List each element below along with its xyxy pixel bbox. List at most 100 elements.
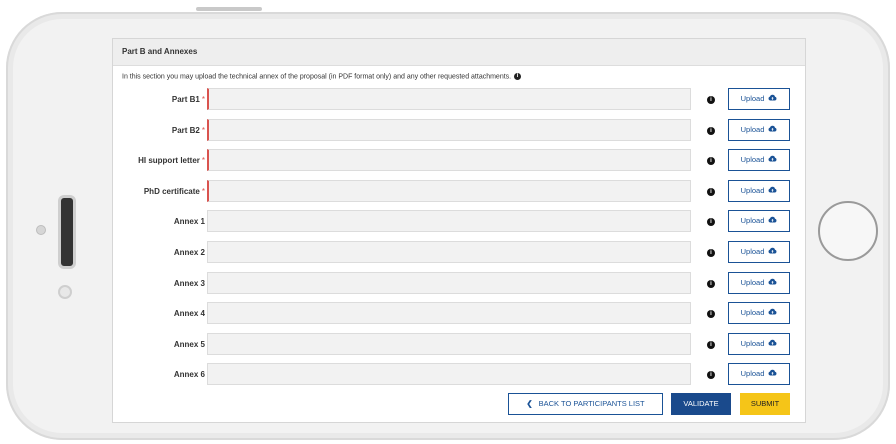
- row-label-text: Part B2: [171, 125, 200, 135]
- row-label: Annex 4: [174, 302, 205, 326]
- info-icon[interactable]: i: [707, 96, 715, 104]
- info-icon[interactable]: i: [707, 157, 715, 166]
- upload-row: Annex 4 i Upload: [113, 302, 805, 333]
- info-icon[interactable]: i: [707, 310, 715, 319]
- upload-label: Upload: [740, 94, 765, 103]
- chevron-left-icon: ❮: [526, 399, 533, 408]
- phone-top-button: [196, 7, 262, 11]
- form-footer: ❮ BACK TO PARTICIPANTS LIST VALIDATE SUBM…: [113, 393, 805, 417]
- section-title: Part B and Annexes: [113, 39, 805, 66]
- row-label-text: PhD certificate: [143, 186, 200, 196]
- info-icon[interactable]: i: [707, 248, 715, 257]
- file-field[interactable]: [207, 88, 691, 110]
- phone-side-dot: [36, 225, 46, 235]
- row-label: Annex 6: [174, 363, 205, 387]
- cloud-upload-icon: [768, 150, 777, 170]
- file-field[interactable]: [207, 363, 691, 386]
- upload-label: Upload: [740, 277, 765, 287]
- upload-button[interactable]: Upload: [728, 210, 790, 233]
- required-marker: *: [201, 125, 205, 135]
- back-to-participants-button[interactable]: ❮ BACK TO PARTICIPANTS LIST: [508, 393, 663, 415]
- info-icon[interactable]: i: [707, 187, 715, 196]
- upload-row: HI support letter * i Upload: [113, 149, 805, 180]
- upload-rows: Part B1 * i Upload Part B2 * i Upload HI support…: [113, 88, 805, 394]
- upload-label: Upload: [740, 369, 765, 379]
- upload-row: Part B2 * i Upload: [113, 118, 805, 150]
- file-field[interactable]: [207, 118, 691, 141]
- row-label-text: Part B1: [171, 95, 200, 104]
- upload-row: Part B1 * i Upload: [113, 88, 805, 119]
- upload-label: Upload: [740, 185, 765, 195]
- home-button[interactable]: [818, 201, 878, 261]
- required-marker: *: [201, 95, 205, 104]
- phone-camera: [58, 285, 72, 299]
- row-label-text: HI support letter: [138, 156, 200, 166]
- upload-button[interactable]: Upload: [728, 240, 790, 263]
- upload-button[interactable]: Upload: [728, 149, 790, 172]
- cloud-upload-icon: [768, 303, 777, 323]
- back-label: BACK TO PARTICIPANTS LIST: [538, 399, 645, 408]
- file-field[interactable]: [207, 271, 691, 294]
- upload-row: Annex 5 i Upload: [113, 332, 805, 364]
- upload-label: Upload: [740, 246, 765, 256]
- row-label: PhD certificate *: [144, 180, 205, 204]
- upload-button[interactable]: Upload: [728, 332, 790, 355]
- row-label-text: Annex 5: [173, 339, 205, 349]
- file-field[interactable]: [207, 149, 691, 172]
- cloud-upload-icon: [768, 120, 777, 140]
- required-marker: *: [201, 186, 205, 196]
- cloud-upload-icon: [768, 364, 777, 384]
- validate-button[interactable]: VALIDATE: [671, 393, 731, 415]
- cloud-upload-icon: [768, 89, 777, 109]
- file-field[interactable]: [207, 332, 691, 355]
- row-label: Annex 5: [174, 333, 205, 357]
- upload-row: Annex 6 i Upload: [113, 363, 805, 394]
- submit-button[interactable]: SUBMIT: [740, 393, 790, 415]
- row-label: Part B2 *: [172, 119, 205, 143]
- upload-row: Annex 2 i Upload: [113, 240, 805, 272]
- row-label: Annex 2: [174, 241, 205, 265]
- cloud-upload-icon: [768, 211, 777, 231]
- cloud-upload-icon: [768, 242, 777, 262]
- row-label: Annex 1: [174, 210, 205, 234]
- upload-label: Upload: [740, 308, 765, 318]
- upload-button[interactable]: Upload: [728, 88, 790, 110]
- upload-button[interactable]: Upload: [728, 363, 790, 386]
- upload-row: PhD certificate * i Upload: [113, 179, 805, 211]
- row-label-text: Annex 1: [173, 217, 205, 227]
- row-label: Part B1 *: [172, 88, 205, 112]
- upload-label: Upload: [740, 155, 765, 165]
- info-icon[interactable]: i: [707, 279, 715, 288]
- info-icon[interactable]: i: [707, 126, 715, 135]
- upload-button[interactable]: Upload: [728, 118, 790, 141]
- phone-speaker: [58, 195, 76, 269]
- intro-text: In this section you may upload the techn…: [122, 73, 512, 81]
- upload-row: Annex 3 i Upload: [113, 271, 805, 303]
- info-icon[interactable]: i: [707, 218, 715, 227]
- upload-button[interactable]: Upload: [728, 179, 790, 202]
- upload-button[interactable]: Upload: [728, 271, 790, 294]
- file-field[interactable]: [207, 302, 691, 325]
- row-label: Annex 3: [174, 272, 205, 296]
- cloud-upload-icon: [768, 334, 777, 354]
- cloud-upload-icon: [768, 181, 777, 201]
- info-icon[interactable]: i: [514, 73, 522, 80]
- upload-row: Annex 1 i Upload: [113, 210, 805, 241]
- screen: Part B and Annexes In this section you m…: [112, 38, 806, 423]
- file-field[interactable]: [207, 210, 691, 233]
- upload-button[interactable]: Upload: [728, 302, 790, 325]
- row-label: HI support letter *: [138, 149, 205, 173]
- info-icon[interactable]: i: [707, 340, 715, 349]
- file-field[interactable]: [207, 240, 691, 263]
- row-label-text: Annex 2: [173, 247, 205, 257]
- section-intro: In this section you may upload the techn…: [113, 66, 805, 85]
- info-icon[interactable]: i: [707, 371, 715, 380]
- cloud-upload-icon: [768, 273, 777, 293]
- file-field[interactable]: [207, 179, 691, 202]
- row-label-text: Annex 3: [173, 278, 205, 288]
- required-marker: *: [201, 156, 205, 166]
- upload-label: Upload: [740, 124, 765, 134]
- upload-label: Upload: [740, 216, 765, 226]
- row-label-text: Annex 4: [173, 309, 205, 319]
- row-label-text: Annex 6: [173, 370, 205, 380]
